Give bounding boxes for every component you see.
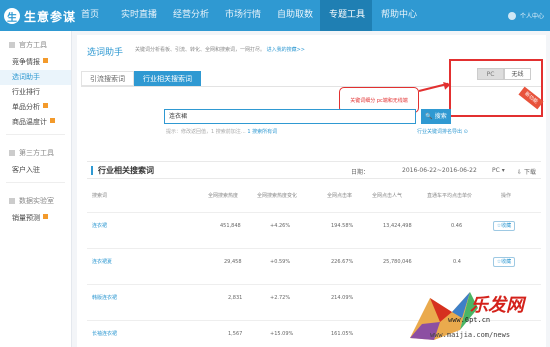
sidebar-item-onboarding[interactable]: 客户入驻 (0, 163, 71, 178)
sidebar-item-competition[interactable]: 竞争情报 (0, 55, 71, 70)
nav-self-service[interactable]: 自助取数 (268, 0, 320, 31)
nav-home[interactable]: 首页 (72, 0, 112, 31)
tab-bar: 引流搜索词 行业相关搜索词 (81, 71, 201, 86)
results-title: 行业相关搜索词 (91, 166, 154, 175)
avatar (507, 11, 516, 20)
watermark-site: www.maijia.com/news (430, 331, 511, 339)
table-row: 连衣裙夏 29,458 +0.59% 226.67% 25,780,046 0.… (87, 248, 541, 274)
page-description: 关键词分析看板、引流、转化、全网和搜索词，一网打尽。 进入我的搜藏>> (135, 47, 305, 53)
ctr-value: 194.58% (331, 223, 354, 229)
favorite-button[interactable]: ☆收藏 (493, 257, 515, 267)
heat-value: 1,567 (228, 331, 243, 337)
export-link[interactable]: 行业关键词排名导出 ⊙ (417, 128, 468, 135)
new-badge-icon (43, 103, 48, 108)
column-header: 全网点击人气 (372, 193, 403, 199)
keyword-link[interactable]: 连衣裙夏 (92, 249, 112, 275)
ctr-value: 161.05% (331, 331, 354, 337)
app-logo[interactable]: 生 生意参谋 (4, 4, 76, 28)
page-title: 选词助手 (87, 48, 124, 58)
column-header: 全网搜索热度 (208, 193, 239, 199)
search-hint: 提示：修改返回值，1 搜索前加注… 1 搜索所有词 (166, 129, 278, 135)
sidebar-group-lab: 数据实验室 (0, 187, 71, 211)
column-header: 全网点击率 (327, 193, 353, 199)
column-header: 直通车平均点击单价 (427, 193, 473, 199)
keyword-link[interactable]: 韩版连衣裙 (92, 285, 117, 311)
sidebar-group-third-party: 第三方工具 (0, 139, 71, 163)
new-badge-icon (43, 214, 48, 219)
sidebar-item-keyword-helper[interactable]: 选词助手 (0, 70, 71, 85)
date-range[interactable]: 2016-06-22~2016-06-22 (402, 167, 477, 174)
divider (6, 134, 65, 135)
cpc-value: 0.46 (451, 223, 463, 229)
heat-change-value: +4.26% (270, 223, 291, 229)
heat-value: 29,458 (224, 259, 242, 265)
tab-traffic-keywords[interactable]: 引流搜索词 (81, 71, 134, 86)
column-header: 搜索词 (92, 193, 108, 199)
cpc-value: 0.4 (453, 259, 461, 265)
main-nav: 首页 实时直播 经营分析 市场行情 自助取数 专题工具 帮助中心 (72, 0, 428, 31)
heat-change-value: +2.72% (270, 295, 291, 301)
nav-realtime[interactable]: 实时直播 (112, 0, 164, 31)
click-pop-value: 25,780,046 (383, 259, 412, 265)
download-button[interactable]: ⇩ 下载 (517, 167, 536, 176)
user-label: 个人中心 (519, 13, 544, 20)
toggle-wireless[interactable]: 无线 (504, 68, 531, 80)
logo-icon: 生 (4, 8, 20, 24)
keyword-link[interactable]: 长袖连衣裙 (92, 321, 117, 347)
device-select[interactable]: PC ▾ (492, 167, 505, 174)
sidebar-item-sales-forecast[interactable]: 销量预测 (0, 211, 71, 226)
heat-value: 451,848 (220, 223, 241, 229)
top-bar: 生 生意参谋 首页 实时直播 经营分析 市场行情 自助取数 专题工具 帮助中心 … (0, 0, 550, 31)
search-button[interactable]: 🔍 搜索 (421, 109, 451, 124)
nav-help[interactable]: 帮助中心 (372, 0, 428, 31)
ctr-value: 214.09% (331, 295, 354, 301)
nav-special-tools[interactable]: 专题工具 (320, 0, 372, 31)
column-header: 操作 (501, 193, 512, 199)
watermark-brand: 乐发网 (470, 295, 524, 316)
sidebar: 官方工具 竞争情报 选词助手 行业排行 单品分析 商品温度计 第三方工具 客户入… (0, 31, 72, 347)
sidebar-group-official: 官方工具 (0, 31, 71, 55)
search-input[interactable]: 连衣裙 (164, 109, 416, 124)
nav-business-analysis[interactable]: 经营分析 (164, 0, 216, 31)
toggle-pc[interactable]: PC (477, 68, 504, 80)
sidebar-item-industry-rank[interactable]: 行业排行 (0, 85, 71, 100)
group-icon (9, 198, 15, 204)
sidebar-item-item-analysis[interactable]: 单品分析 (0, 100, 71, 115)
favorite-button[interactable]: ☆收藏 (493, 221, 515, 231)
heat-change-value: +15.09% (270, 331, 294, 337)
new-badge-icon (43, 58, 48, 63)
nav-market[interactable]: 市场行情 (216, 0, 268, 31)
watermark-url: www.6pt.cn (448, 316, 491, 324)
table-header: 搜索词 全网搜索热度 全网搜索热度变化 全网点击率 全网点击人气 直通车平均点击… (87, 187, 541, 205)
new-badge-icon (50, 118, 55, 123)
favorites-link[interactable]: 进入我的搜藏>> (267, 47, 305, 53)
results-header: 行业相关搜索词 日期： 2016-06-22~2016-06-22 PC ▾ ⇩… (87, 161, 541, 179)
group-icon (9, 42, 15, 48)
device-toggle: PC 无线 (477, 68, 531, 80)
click-pop-value: 13,424,498 (383, 223, 412, 229)
app-name: 生意参谋 (24, 9, 77, 24)
column-header: 全网搜索热度变化 (257, 193, 298, 199)
group-icon (9, 150, 15, 156)
divider (6, 182, 65, 183)
sidebar-item-thermometer[interactable]: 商品温度计 (0, 115, 71, 130)
keyword-link[interactable]: 连衣裙 (92, 213, 107, 239)
date-label: 日期： (351, 169, 370, 176)
table-row: 连衣裙 451,848 +4.26% 194.58% 13,424,498 0.… (87, 212, 541, 238)
tab-industry-keywords[interactable]: 行业相关搜索词 (134, 71, 201, 86)
ctr-value: 226.67% (331, 259, 354, 265)
heat-change-value: +0.59% (270, 259, 291, 265)
heat-value: 2,831 (228, 295, 243, 301)
user-menu[interactable]: 个人中心 (507, 0, 544, 31)
